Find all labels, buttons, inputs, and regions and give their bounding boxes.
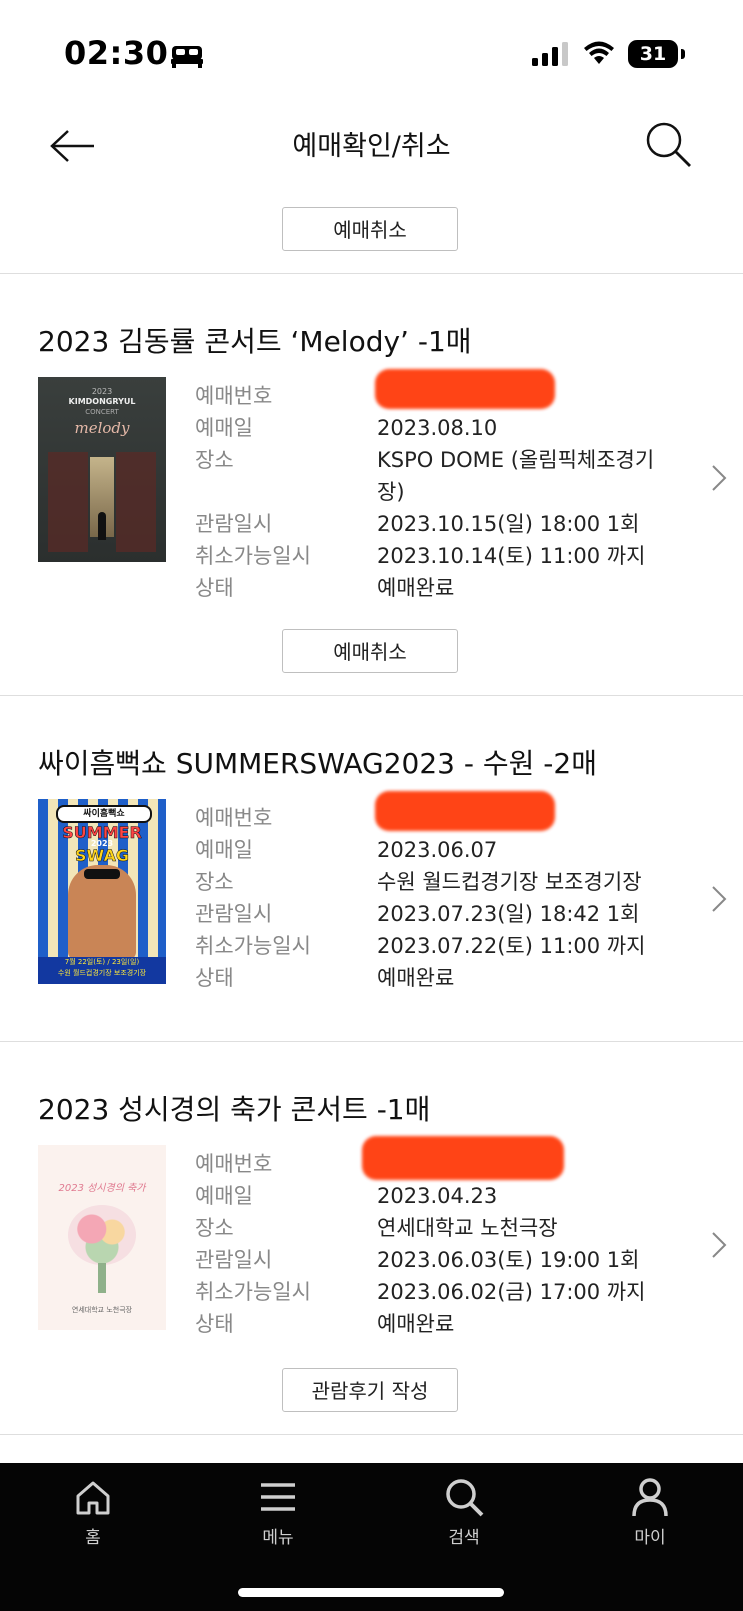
poster-sunglasses <box>84 869 120 879</box>
divider <box>0 695 743 696</box>
label-cancel-deadline: 취소가능일시 <box>195 544 311 568</box>
label-reservation-number: 예매번호 <box>195 1152 273 1176</box>
label-showtime: 관람일시 <box>195 902 273 926</box>
label-cancel-deadline: 취소가능일시 <box>195 934 311 958</box>
home-icon <box>76 1481 110 1515</box>
redacted-reservation-number <box>362 1136 564 1180</box>
reservation-details: 예매번호 예매일 2023.06.07 장소 수원 월드컵경기장 보조경기장 관람일… <box>195 802 675 994</box>
reservation-title: 싸이흠뻑쇼 SUMMERSWAG2023 - 수원 -2매 <box>38 747 597 780</box>
wifi-icon <box>584 41 614 64</box>
reservation-details: 예매번호 예매일 2023.08.10 장소 KSPO DOME (올림픽체조경기장… <box>195 380 675 604</box>
page-title: 예매확인/취소 <box>292 131 451 162</box>
poster-text: KIMDONGRYUL <box>68 397 136 406</box>
person-icon <box>632 1478 668 1517</box>
poster-text: 수원 월드컵경기장 보조경기장 <box>38 967 166 984</box>
label-reservation-date: 예매일 <box>195 416 253 440</box>
label-reservation-number: 예매번호 <box>195 806 273 830</box>
poster-text: SWAG <box>75 846 129 866</box>
poster-text: 연세대학교 노천극장 <box>71 1306 133 1314</box>
value-venue: 수원 월드컵경기장 보조경기장 <box>377 870 642 894</box>
tab-menu[interactable]: 메뉴 <box>218 1477 338 1548</box>
poster-curtain <box>116 452 156 552</box>
battery-tip <box>681 49 685 59</box>
tab-home[interactable]: 홈 <box>33 1477 153 1548</box>
tab-search[interactable]: 검색 <box>404 1477 524 1548</box>
divider <box>0 273 743 274</box>
chevron-right-icon[interactable] <box>709 884 729 914</box>
value-reservation-number <box>377 802 667 834</box>
poster-figure <box>68 865 136 960</box>
write-review-button[interactable]: 관람후기 작성 <box>282 1368 458 1412</box>
status-time: 02:30 <box>64 34 169 72</box>
value-showtime: 2023.07.23(일) 18:42 1회 <box>377 902 640 926</box>
concert-poster: 싸이흠뻑쇼 SUMMER 2023 SWAG 7월 22일(토) / 23일(일… <box>38 799 166 984</box>
cellular-signal-icon <box>532 42 568 66</box>
poster-figure <box>98 512 106 540</box>
sleep-focus-icon <box>171 46 203 68</box>
poster-text: melody <box>74 419 130 437</box>
poster-curtain <box>48 452 88 552</box>
value-reservation-date: 2023.08.10 <box>377 416 498 440</box>
value-showtime: 2023.06.03(토) 19:00 1회 <box>377 1248 640 1272</box>
reservation-title: 2023 김동률 콘서트 ‘Melody’ -1매 <box>38 325 472 358</box>
search-icon <box>446 1479 484 1517</box>
label-reservation-date: 예매일 <box>195 1184 253 1208</box>
concert-poster: 2023 성시경의 축가 연세대학교 노천극장 <box>38 1145 166 1330</box>
label-venue: 장소 <box>195 1216 234 1240</box>
value-cancel-deadline: 2023.06.02(금) 17:00 까지 <box>377 1280 646 1304</box>
label-status: 상태 <box>195 1312 234 1336</box>
value-status: 예매완료 <box>377 1312 455 1336</box>
poster-text: CONCERT <box>85 408 119 416</box>
value-cancel-deadline: 2023.10.14(토) 11:00 까지 <box>377 544 646 568</box>
tab-menu-label: 메뉴 <box>262 1528 294 1548</box>
chevron-right-icon[interactable] <box>709 463 729 493</box>
poster-text: 2023 <box>91 387 113 396</box>
divider <box>0 1434 743 1435</box>
label-showtime: 관람일시 <box>195 1248 273 1272</box>
poster-stems <box>98 1263 106 1293</box>
page-header: 예매확인/취소 <box>0 100 743 190</box>
value-status: 예매완료 <box>377 576 455 600</box>
reservation-title: 2023 성시경의 축가 콘서트 -1매 <box>38 1093 431 1126</box>
home-indicator <box>238 1588 504 1597</box>
label-showtime: 관람일시 <box>195 512 273 536</box>
value-reservation-date: 2023.06.07 <box>377 838 498 862</box>
value-venue: 연세대학교 노천극장 <box>377 1216 558 1240</box>
poster-text: 2023 성시경의 축가 <box>58 1183 146 1194</box>
label-reservation-number: 예매번호 <box>195 384 273 408</box>
cancel-reservation-button[interactable]: 예매취소 <box>282 207 458 251</box>
label-status: 상태 <box>195 966 234 990</box>
status-bar: 02:30 31 <box>0 0 743 100</box>
poster-text: 싸이흠뻑쇼 <box>56 805 152 823</box>
tab-search-label: 검색 <box>448 1528 480 1548</box>
concert-poster: 2023 KIMDONGRYUL CONCERT melody <box>38 377 166 562</box>
battery-indicator: 31 <box>628 40 678 68</box>
value-status: 예매완료 <box>377 966 455 990</box>
value-showtime: 2023.10.15(일) 18:00 1회 <box>377 512 640 536</box>
label-reservation-date: 예매일 <box>195 838 253 862</box>
value-reservation-date: 2023.04.23 <box>377 1184 498 1208</box>
menu-icon <box>261 1483 295 1511</box>
tab-home-label: 홈 <box>85 1528 101 1548</box>
chevron-right-icon[interactable] <box>709 1230 729 1260</box>
poster-text: 7월 22일(토) / 23일(일) <box>38 957 166 967</box>
poster-bouquet <box>68 1205 136 1265</box>
value-venue: KSPO DOME (올림픽체조경기장) <box>377 448 655 504</box>
divider <box>0 1041 743 1042</box>
value-reservation-number <box>377 380 667 412</box>
cancel-reservation-button[interactable]: 예매취소 <box>282 629 458 673</box>
tab-my[interactable]: 마이 <box>590 1477 710 1548</box>
value-cancel-deadline: 2023.07.22(토) 11:00 까지 <box>377 934 646 958</box>
label-status: 상태 <box>195 576 234 600</box>
search-icon[interactable] <box>644 120 694 170</box>
label-venue: 장소 <box>195 870 234 894</box>
tab-my-label: 마이 <box>634 1528 666 1548</box>
label-venue: 장소 <box>195 448 234 472</box>
label-cancel-deadline: 취소가능일시 <box>195 1280 311 1304</box>
